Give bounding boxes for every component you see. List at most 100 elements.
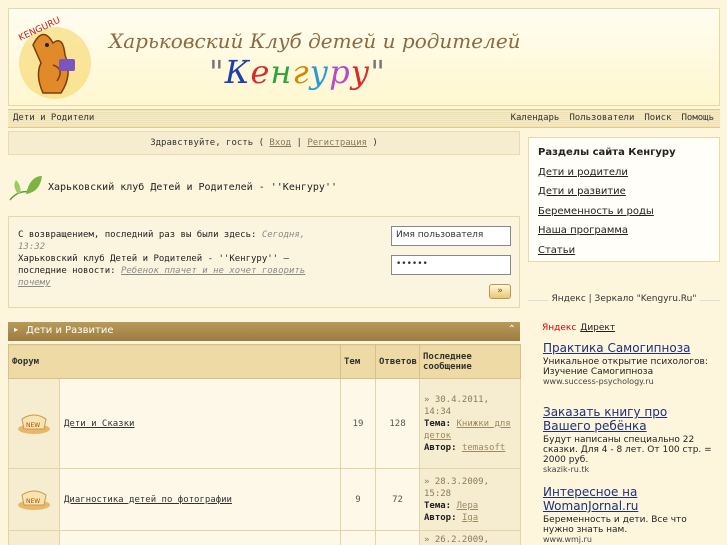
last-post-author-link[interactable]: Iga bbox=[462, 513, 478, 523]
new-posts-icon: NEW bbox=[18, 414, 50, 434]
ad-title[interactable]: Практика Самогипноза bbox=[543, 341, 713, 355]
greeting-bar: Здравствуйте, гость ( Вход | Регистрация… bbox=[8, 131, 520, 155]
last-post-cell: » 26.2.2009, bbox=[419, 530, 521, 545]
yandex-ads-box: Яндекс | Зеркало "Kengyru.Ru" Яндекс Дире… bbox=[528, 294, 720, 545]
register-link[interactable]: Регистрация bbox=[307, 138, 367, 148]
forum-status-cell bbox=[8, 530, 60, 545]
last-post-date: » 30.4.2011, 14:34 bbox=[424, 394, 490, 417]
password-input[interactable]: •••••• bbox=[391, 255, 511, 275]
section-link-articles[interactable]: Статьи bbox=[538, 245, 575, 256]
table-row: » 26.2.2009, bbox=[8, 530, 521, 545]
last-post-cell: » 28.3.2009, 15:28 Тема: Лера Автор: Iga bbox=[419, 468, 521, 531]
col-topics: Тем bbox=[340, 344, 376, 379]
last-post-topic-link[interactable]: Лера bbox=[457, 501, 479, 511]
ad-description: Беременность и дети. Все что нужно знать… bbox=[543, 515, 687, 535]
kenguru-letters: Кенгуру bbox=[225, 53, 371, 91]
topics-count bbox=[340, 530, 376, 545]
col-forum: Форум bbox=[8, 344, 341, 379]
new-badge: NEW bbox=[26, 498, 40, 505]
site-header: KENGURU Харьковский Клуб детей и родител… bbox=[8, 8, 720, 106]
nav-users-link[interactable]: Пользователи bbox=[569, 113, 634, 123]
author-label: Автор: bbox=[424, 442, 457, 453]
login-box: С возвращением, последний раз вы были зд… bbox=[8, 216, 520, 308]
forum-name-cell: Дети и Сказки bbox=[59, 378, 341, 469]
yandex-direct-label: Яндекс Директ bbox=[542, 323, 615, 333]
welcome-label: С возвращением, последний раз вы были зд… bbox=[18, 230, 257, 240]
forum-name-cell bbox=[59, 530, 341, 545]
nav-calendar-link[interactable]: Календарь bbox=[511, 113, 560, 123]
last-post-author-link[interactable]: temasoft bbox=[462, 443, 505, 453]
topics-count: 19 bbox=[340, 378, 376, 469]
sections-title: Разделы сайта Кенгуру bbox=[538, 147, 676, 158]
replies-count bbox=[375, 530, 420, 545]
kenguru-letter: у bbox=[309, 53, 330, 91]
forum-title: Харьковский клуб Детей и Родителей - ''К… bbox=[48, 182, 337, 193]
site-title: Харьковский Клуб детей и родителей bbox=[109, 29, 521, 53]
forum-status-cell: NEW bbox=[8, 378, 60, 469]
replies-count: 72 bbox=[375, 468, 420, 531]
forum-link[interactable]: Дети и Сказки bbox=[60, 419, 134, 429]
ad-item: Практика Самогипноза Уникальное открытие… bbox=[543, 341, 713, 386]
ad-url[interactable]: www.wmj.ru bbox=[543, 535, 713, 544]
author-label: Автор: bbox=[424, 512, 457, 523]
greeting-text: Здравствуйте, гость bbox=[150, 138, 254, 148]
ad-url[interactable]: www.success-psychology.ru bbox=[543, 377, 713, 386]
ad-url[interactable]: skazik-ru.tk bbox=[543, 465, 713, 474]
category-header: ▸ Дети и Развитие ⌃ bbox=[8, 322, 520, 341]
collapse-icon[interactable]: ⌃ bbox=[508, 324, 516, 335]
forum-table: Форум Тем Ответов Последнее сообщение NE… bbox=[8, 344, 521, 545]
table-header-row: Форум Тем Ответов Последнее сообщение bbox=[8, 344, 521, 379]
new-posts-icon: NEW bbox=[18, 490, 50, 510]
ad-title[interactable]: Интересное на WomanJornal.ru bbox=[543, 485, 713, 513]
main-navbar: Дети и Родители Календарь Пользователи П… bbox=[8, 109, 720, 128]
nav-home-link[interactable]: Дети и Родители bbox=[13, 113, 94, 123]
col-replies: Ответов bbox=[375, 344, 420, 379]
kenguru-letter: у bbox=[350, 53, 371, 91]
nav-links: Календарь Пользователи Поиск Помощь bbox=[511, 113, 714, 123]
topics-count: 9 bbox=[340, 468, 376, 531]
col-last-post: Последнее сообщение bbox=[419, 344, 521, 379]
category-title[interactable]: Дети и Развитие bbox=[26, 325, 114, 336]
theme-label: Тема: bbox=[424, 500, 452, 511]
separator: | bbox=[296, 138, 302, 148]
ad-item: Заказать книгу про Вашего ребёнка Будут … bbox=[543, 405, 713, 474]
section-link-program[interactable]: Наша программа bbox=[538, 225, 628, 236]
forum-status-cell: NEW bbox=[8, 468, 60, 531]
kenguru-letter: г bbox=[292, 53, 310, 91]
forum-name-cell: Диагностика детей по фотографии bbox=[59, 468, 341, 531]
leaf-icon bbox=[9, 176, 42, 201]
kenguru-letter: н bbox=[270, 53, 293, 91]
table-row: NEW Дети и Сказки 19 128 » 30.4.2011, 14… bbox=[8, 378, 521, 469]
direct-link[interactable]: Директ bbox=[580, 323, 615, 333]
table-row: NEW Диагностика детей по фотографии 9 72… bbox=[8, 468, 521, 531]
yandex-brand[interactable]: Яндекс bbox=[542, 323, 576, 333]
ad-description: Уникальное открытие психологов: Изучение… bbox=[543, 357, 708, 377]
kangaroo-logo[interactable]: KENGURU bbox=[13, 15, 93, 101]
login-link[interactable]: Вход bbox=[269, 138, 291, 148]
section-link-children-development[interactable]: Дети и развитие bbox=[538, 186, 626, 197]
kenguru-letter: К bbox=[224, 53, 251, 91]
theme-label: Тема: bbox=[424, 418, 452, 429]
section-link-pregnancy[interactable]: Беременность и роды bbox=[538, 206, 654, 217]
nav-search-link[interactable]: Поиск bbox=[644, 113, 671, 123]
category-arrow-icon: ▸ bbox=[14, 325, 19, 334]
site-title-kenguru: "Кенгуру" bbox=[209, 53, 386, 91]
replies-count: 128 bbox=[375, 378, 420, 469]
yandex-caption-text: Яндекс | Зеркало "Kengyru.Ru" bbox=[547, 294, 701, 304]
section-link-children-parents[interactable]: Дети и родители bbox=[538, 167, 628, 178]
forum-link[interactable]: Диагностика детей по фотографии bbox=[60, 495, 232, 505]
site-sections-box: Разделы сайта Кенгуру Дети и родители Де… bbox=[528, 137, 720, 262]
ad-description: Будут написаны специально 22 сказки. Для… bbox=[543, 435, 712, 465]
username-input[interactable]: Имя пользователя bbox=[391, 226, 511, 246]
kenguru-letter: е bbox=[250, 53, 271, 91]
login-submit-button[interactable]: » bbox=[489, 284, 511, 299]
paren-close: ) bbox=[372, 138, 378, 148]
welcome-text: С возвращением, последний раз вы были зд… bbox=[18, 229, 318, 289]
last-post-cell: » 30.4.2011, 14:34 Тема: Книжки для дето… bbox=[419, 378, 521, 469]
nav-help-link[interactable]: Помощь bbox=[681, 113, 714, 123]
paren-open: ( bbox=[258, 138, 264, 148]
ad-title[interactable]: Заказать книгу про Вашего ребёнка bbox=[543, 405, 713, 433]
quote-open: " bbox=[209, 53, 225, 91]
forum-link[interactable] bbox=[60, 541, 64, 545]
forum-heading: Харьковский клуб Детей и Родителей - ''К… bbox=[8, 168, 520, 208]
